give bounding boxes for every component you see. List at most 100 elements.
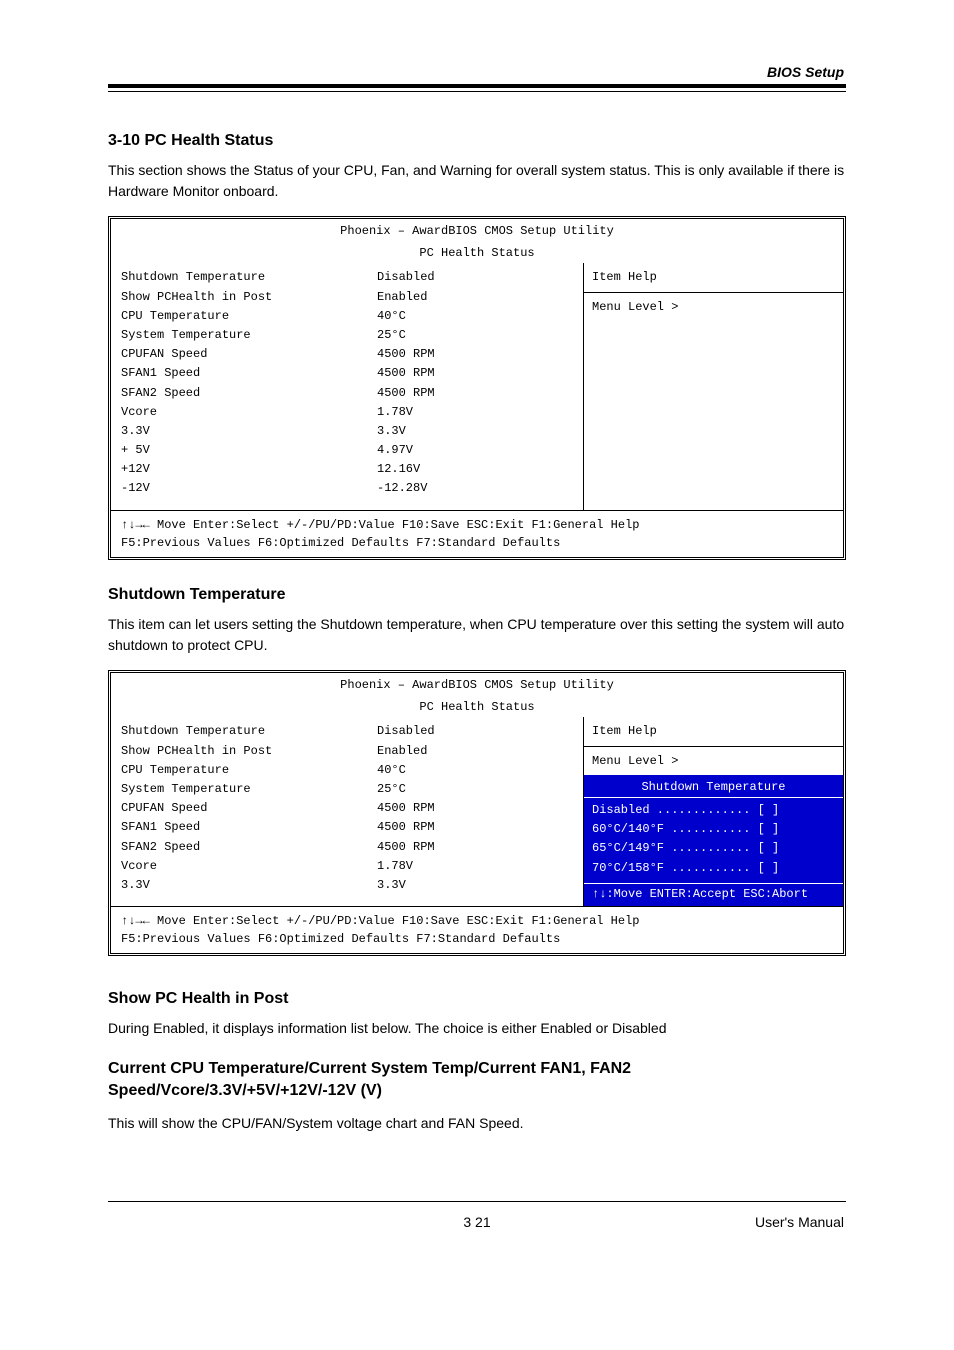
bios-row-value: 4500 RPM xyxy=(377,346,573,362)
bios-row-value: 3.3V xyxy=(377,423,573,439)
bios-row-value: -12.28V xyxy=(377,480,573,496)
bios-row[interactable]: + 5V 4.97V xyxy=(121,442,573,458)
page-header-text: BIOS Setup xyxy=(767,64,844,80)
bios-row-value: 4500 RPM xyxy=(377,385,573,401)
bios-row-value: 1.78V xyxy=(377,858,573,874)
footer-rule xyxy=(108,1201,846,1202)
bios-row-value: 1.78V xyxy=(377,404,573,420)
bios-row-label: 3.3V xyxy=(121,423,371,439)
bios-row-label: Shutdown Temperature xyxy=(121,269,371,285)
section3-title: Show PC Health in Post xyxy=(108,990,846,1008)
bios2-foot1: ↑↓→← Move Enter:Select +/-/PU/PD:Value F… xyxy=(111,907,843,931)
bios-row-label: Shutdown Temperature xyxy=(121,723,371,739)
bios-row[interactable]: -12V -12.28V xyxy=(121,480,573,496)
bios-row-label: System Temperature xyxy=(121,327,371,343)
bios-row[interactable]: CPUFAN Speed 4500 RPM xyxy=(121,800,573,816)
bios-row-label: CPU Temperature xyxy=(121,762,371,778)
bios-row[interactable]: SFAN2 Speed 4500 RPM xyxy=(121,385,573,401)
bios-row-label: Show PCHealth in Post xyxy=(121,289,371,305)
popup-option[interactable]: 65°C/149°F ........... [ ] xyxy=(592,840,835,856)
bios-row-label: SFAN2 Speed xyxy=(121,839,371,855)
section4-title: Current CPU Temperature/Current System T… xyxy=(108,1058,846,1103)
bios-row-value: 4500 RPM xyxy=(377,819,573,835)
bios1-right-title: Item Help xyxy=(583,263,843,292)
bios-row-label: Show PCHealth in Post xyxy=(121,743,371,759)
bios2-title: Phoenix – AwardBIOS CMOS Setup Utility xyxy=(111,673,843,695)
bios-row[interactable]: Shutdown Temperature Disabled xyxy=(121,269,573,285)
bios-row-value: 12.16V xyxy=(377,461,573,477)
bios-window-2: Phoenix – AwardBIOS CMOS Setup Utility P… xyxy=(108,670,846,956)
bios-row[interactable]: Show PCHealth in Post Enabled xyxy=(121,289,573,305)
section4-sub: This will show the CPU/FAN/System voltag… xyxy=(108,1113,846,1134)
bios-row-label: System Temperature xyxy=(121,781,371,797)
bios-row[interactable]: SFAN2 Speed 4500 RPM xyxy=(121,839,573,855)
section-2: Shutdown Temperature This item can let u… xyxy=(108,586,846,956)
bios-row-label: + 5V xyxy=(121,442,371,458)
popup-option[interactable]: 70°C/158°F ........... [ ] xyxy=(592,860,835,876)
section1-sub: This section shows the Status of your CP… xyxy=(108,160,846,202)
bios-row-value: 4500 RPM xyxy=(377,839,573,855)
bios-row[interactable]: 3.3V 3.3V xyxy=(121,877,573,893)
section1-title: 3-10 PC Health Status xyxy=(108,132,846,150)
bios-row-value: 25°C xyxy=(377,327,573,343)
bios-row-value: 40°C xyxy=(377,762,573,778)
bios2-left-pane: Shutdown Temperature Disabled Show PCHealt… xyxy=(111,717,583,906)
popup-body: Disabled ............. [ ] 60°C/140°F ...… xyxy=(584,798,843,883)
bios1-foot2: F5:Previous Values F6:Optimized Defaults… xyxy=(111,535,843,557)
bios-row[interactable]: CPU Temperature 40°C xyxy=(121,308,573,324)
bios-row[interactable]: Vcore1.78V xyxy=(121,404,573,420)
bios-row-label: CPUFAN Speed xyxy=(121,800,371,816)
bios-row[interactable]: +12V 12.16V xyxy=(121,461,573,477)
bios-row[interactable]: Vcore 1.78V xyxy=(121,858,573,874)
bios-row-value: Disabled xyxy=(377,269,573,285)
bios-row[interactable]: Shutdown Temperature Disabled xyxy=(121,723,573,739)
bios-row-label: SFAN1 Speed xyxy=(121,365,371,381)
bios2-foot2: F5:Previous Values F6:Optimized Defaults… xyxy=(111,931,843,953)
bios-row-label: +12V xyxy=(121,461,371,477)
bios-row-label: CPU Temperature xyxy=(121,308,371,324)
popup-option[interactable]: Disabled ............. [ ] xyxy=(592,802,835,818)
bios1-title: Phoenix – AwardBIOS CMOS Setup Utility xyxy=(111,219,843,241)
bios-row-value: 40°C xyxy=(377,308,573,324)
bios2-right-title: Item Help xyxy=(583,717,843,746)
bios-row-label: CPUFAN Speed xyxy=(121,346,371,362)
bios-row-value: Enabled xyxy=(377,743,573,759)
footer-page: 3 21 xyxy=(0,1214,954,1230)
shutdown-temp-popup[interactable]: Shutdown Temperature Disabled ..........… xyxy=(583,775,843,906)
bios-row-label: -12V xyxy=(121,480,371,496)
bios-row-label: Vcore xyxy=(121,858,371,874)
bios-row-value: 3.3V xyxy=(377,877,573,893)
bios-row[interactable]: CPU Temperature 40°C xyxy=(121,762,573,778)
bios-row[interactable]: 3.3V 3.3V xyxy=(121,423,573,439)
bios-window-1: Phoenix – AwardBIOS CMOS Setup Utility P… xyxy=(108,216,846,560)
bios-row[interactable]: Show PCHealth in Post Enabled xyxy=(121,743,573,759)
bios-row-value: Enabled xyxy=(377,289,573,305)
bios-row[interactable]: SFAN1 Speed 4500 RPM xyxy=(121,819,573,835)
section3-sub: During Enabled, it displays information … xyxy=(108,1018,846,1039)
popup-option[interactable]: 60°C/140°F ........... [ ] xyxy=(592,821,835,837)
section2-title: Shutdown Temperature xyxy=(108,586,846,604)
bios1-subtitle: PC Health Status xyxy=(111,241,843,263)
bios-row[interactable]: CPUFAN Speed 4500 RPM xyxy=(121,346,573,362)
header-rule xyxy=(108,84,846,92)
bios-row-label: 3.3V xyxy=(121,877,371,893)
bios1-foot1: ↑↓→← Move Enter:Select +/-/PU/PD:Value F… xyxy=(111,511,843,535)
section-1: 3-10 PC Health Status This section shows… xyxy=(108,132,846,560)
bios-row-value: Disabled xyxy=(377,723,573,739)
bios-row-value: 4500 RPM xyxy=(377,365,573,381)
section2-sub: This item can let users setting the Shut… xyxy=(108,614,846,656)
bios2-right-body: Menu Level > xyxy=(583,747,843,775)
bios1-right-body: Menu Level > xyxy=(583,293,843,510)
bios-row-label: SFAN1 Speed xyxy=(121,819,371,835)
bios-row-label: SFAN2 Speed xyxy=(121,385,371,401)
bios-row[interactable]: System Temperature 25°C xyxy=(121,781,573,797)
popup-foot: ↑↓:Move ENTER:Accept ESC:Abort xyxy=(584,884,843,906)
bios-row-value: 4500 RPM xyxy=(377,800,573,816)
section-4: Current CPU Temperature/Current System T… xyxy=(108,1058,846,1148)
bios-row-value: 4.97V xyxy=(377,442,573,458)
bios2-subtitle: PC Health Status xyxy=(111,695,843,717)
section-3: Show PC Health in Post During Enabled, i… xyxy=(108,990,846,1053)
bios-row[interactable]: SFAN1 Speed 4500 RPM xyxy=(121,365,573,381)
bios-row[interactable]: System Temperature 25°C xyxy=(121,327,573,343)
bios-row-value: 25°C xyxy=(377,781,573,797)
